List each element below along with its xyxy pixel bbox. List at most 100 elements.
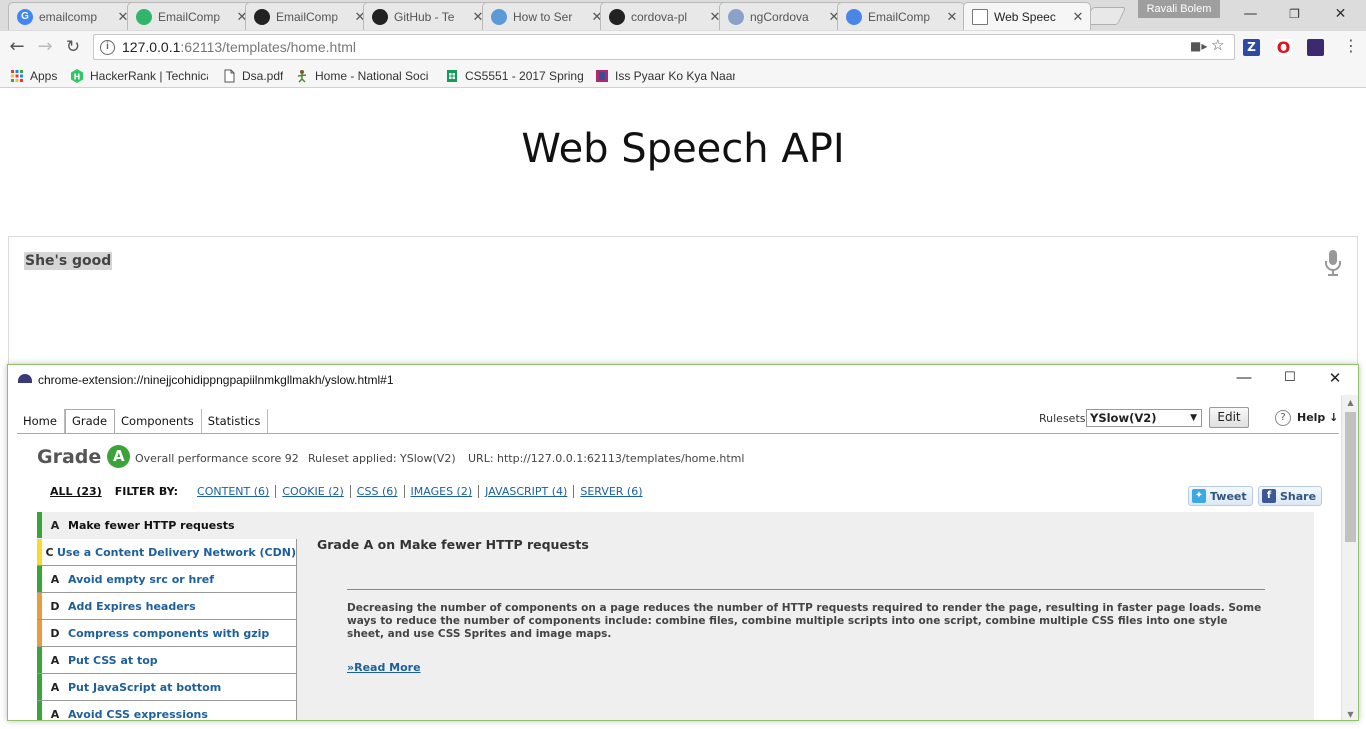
rule-label[interactable]: Compress components with gzip [68, 627, 269, 640]
address-bar[interactable]: i 127.0.0.1:62113/templates/home.html [93, 34, 1235, 60]
tab-close-icon[interactable]: ✕ [1072, 9, 1084, 25]
edit-button[interactable]: Edit [1209, 407, 1249, 428]
opera-extension-icon[interactable]: O [1275, 39, 1292, 56]
filter-cookie[interactable]: COOKIE (2) [276, 485, 351, 498]
scroll-down-icon[interactable]: ▼ [1342, 710, 1358, 719]
site-info-icon[interactable]: i [100, 39, 115, 55]
camera-icon[interactable]: ■▸ [1190, 39, 1207, 53]
bookmark-label: HackerRank | Technica [90, 68, 208, 83]
nav-divider [17, 433, 1339, 434]
popup-maximize-icon[interactable]: ☐ [1275, 369, 1305, 385]
restore-icon[interactable]: ❐ [1272, 3, 1317, 25]
minimize-icon[interactable]: — [1228, 3, 1273, 25]
browser-tab[interactable]: EmailComp ✕ [837, 2, 965, 30]
microphone-icon[interactable] [1323, 249, 1343, 277]
back-icon[interactable]: ← [5, 35, 29, 59]
popup-minimize-icon[interactable]: — [1229, 369, 1259, 386]
tab-statistics[interactable]: Statistics [202, 409, 269, 434]
share-label: Share [1280, 489, 1317, 503]
filter-by-label: FILTER BY: [114, 485, 179, 498]
reload-icon[interactable]: ↻ [61, 35, 85, 59]
rules-list: A Make fewer HTTP requests C Use a Content … [37, 512, 297, 721]
rule-row[interactable]: D Compress components with gzip [37, 620, 297, 647]
help-icon[interactable]: ? [1275, 410, 1291, 426]
rule-label[interactable]: Avoid empty src or href [68, 573, 214, 586]
facebook-icon: f [1262, 489, 1276, 503]
filter-javascript[interactable]: JAVASCRIPT (4) [479, 485, 575, 498]
plugin-icon [136, 8, 152, 25]
forward-icon[interactable]: → [33, 35, 57, 59]
grade-badge: A [107, 445, 131, 468]
rule-row[interactable]: A Avoid CSS expressions [37, 701, 297, 721]
github-icon [609, 8, 625, 25]
tab-components[interactable]: Components [115, 409, 202, 434]
rule-row[interactable]: A Avoid empty src or href [37, 566, 297, 593]
yslow-extension-icon[interactable] [1307, 39, 1324, 56]
rule-row[interactable]: A Put JavaScript at bottom [37, 674, 297, 701]
tweet-button[interactable]: ✦ Tweet [1188, 486, 1253, 506]
github-icon [254, 8, 270, 25]
browser-tab[interactable]: ngCordova ✕ [719, 2, 847, 30]
popup-close-icon[interactable]: ✕ [1320, 369, 1350, 387]
browser-tab[interactable]: Web Speec ✕ [963, 2, 1091, 30]
browser-tab[interactable]: EmailComp ✕ [127, 2, 255, 30]
tab-grade[interactable]: Grade [64, 409, 116, 434]
profile-button[interactable]: Ravali Bolem [1138, 0, 1220, 18]
bookmark-icon [596, 69, 608, 82]
popup-titlebar: chrome-extension://ninejjcohidippngpapii… [8, 365, 1358, 395]
ruleset-select[interactable]: YSlow(V2) ▼ [1086, 409, 1202, 427]
filter-all[interactable]: ALL (23) [50, 485, 102, 498]
bookmark-apps[interactable]: Apps [10, 67, 57, 84]
rule-label[interactable]: Avoid CSS expressions [68, 708, 208, 721]
share-button[interactable]: f Share [1258, 486, 1323, 506]
filter-css[interactable]: CSS (6) [351, 485, 405, 498]
bookmark-national-society[interactable]: Home - National Soci [295, 67, 432, 84]
close-window-icon[interactable]: ✕ [1318, 3, 1363, 25]
yslow-nav: Home Grade Components Statistics [17, 409, 269, 434]
rule-label[interactable]: Use a Content Delivery Network (CDN) [57, 546, 296, 559]
tab-home[interactable]: Home [17, 409, 65, 434]
grade-label: Grade [37, 445, 102, 468]
bookmark-iss-pyaar[interactable]: Iss Pyaar Ko Kya Naam [595, 67, 735, 84]
filter-server[interactable]: SERVER (6) [574, 485, 648, 498]
rule-row[interactable]: D Add Expires headers [37, 593, 297, 620]
bookmark-hackerrank[interactable]: H HackerRank | Technica [70, 67, 208, 84]
browser-tab[interactable]: cordova-pl ✕ [600, 2, 728, 30]
rule-row[interactable]: A Make fewer HTTP requests [37, 512, 297, 539]
star-icon[interactable]: ☆ [1211, 36, 1224, 54]
yslow-icon [18, 374, 32, 383]
page-icon [972, 8, 988, 25]
speech-result-box[interactable]: She's good [8, 236, 1358, 376]
read-more-link[interactable]: »Read More [347, 661, 421, 674]
tab-title: ngCordova [750, 9, 809, 24]
svg-text:H: H [74, 72, 81, 81]
browser-tab[interactable]: EmailComp ✕ [245, 2, 373, 30]
scroll-thumb[interactable] [1345, 412, 1356, 542]
rule-grade: A [50, 518, 60, 532]
rule-label[interactable]: Put JavaScript at bottom [68, 681, 221, 694]
rule-label[interactable]: Add Expires headers [68, 600, 196, 613]
rule-row[interactable]: A Put CSS at top [37, 647, 297, 674]
apps-grid-icon [11, 69, 23, 82]
browser-tab[interactable]: Gemailcomp ✕ [8, 2, 136, 30]
zotero-extension-icon[interactable]: Z [1243, 39, 1260, 56]
help-link[interactable]: Help ↓ [1297, 411, 1338, 424]
github-icon [372, 8, 388, 25]
tab-title: How to Ser [513, 9, 573, 24]
popup-scrollbar[interactable]: ▲ ▼ [1341, 395, 1358, 720]
rule-label[interactable]: Put CSS at top [68, 654, 158, 667]
bookmark-cs5551[interactable]: CS5551 - 2017 Spring [445, 67, 583, 84]
bookmark-dsa-pdf[interactable]: Dsa.pdf [222, 67, 283, 84]
menu-icon[interactable]: ⋮ [1343, 36, 1359, 55]
chrome-icon [846, 8, 862, 25]
scroll-up-icon[interactable]: ▲ [1342, 398, 1358, 407]
browser-tab[interactable]: How to Ser ✕ [482, 2, 610, 30]
rule-label[interactable]: Make fewer HTTP requests [68, 519, 235, 532]
rule-row[interactable]: C Use a Content Delivery Network (CDN) [37, 539, 297, 566]
tab-close-icon[interactable]: ✕ [946, 9, 958, 25]
twitter-icon: ✦ [1192, 489, 1206, 503]
filter-images[interactable]: IMAGES (2) [405, 485, 480, 498]
browser-tab[interactable]: GitHub - Te ✕ [363, 2, 491, 30]
rule-grade: C [45, 545, 54, 559]
filter-content[interactable]: CONTENT (6) [191, 485, 277, 498]
